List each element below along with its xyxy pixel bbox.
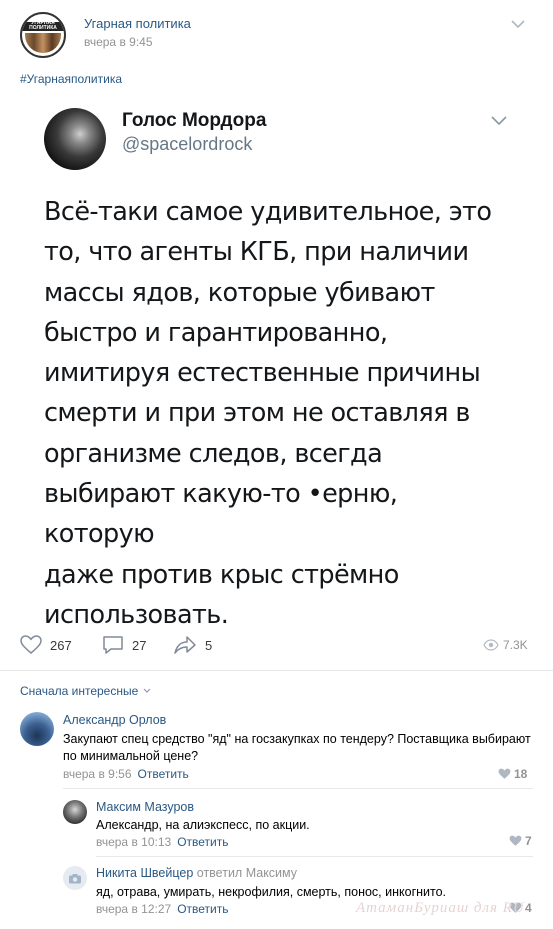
post-time[interactable]: вчера в 9:45 xyxy=(84,35,153,49)
heart-icon xyxy=(509,835,522,846)
share-count: 5 xyxy=(205,637,213,653)
comment-meta: вчера в 12:27 Ответить xyxy=(96,902,228,916)
like-button[interactable]: 267 xyxy=(20,634,72,656)
reply-button[interactable]: Ответить xyxy=(138,767,189,781)
views-counter: 7.3K xyxy=(483,634,528,656)
divider xyxy=(96,856,533,857)
reply-button[interactable]: Ответить xyxy=(177,902,228,916)
comment-avatar[interactable] xyxy=(20,712,54,746)
chevron-down-icon[interactable] xyxy=(508,16,528,32)
share-icon xyxy=(174,636,196,654)
chevron-down-icon xyxy=(143,688,151,693)
reply-reference[interactable]: ответил Максиму xyxy=(197,866,297,880)
comment-text: Закупают спец средство "яд" на госзакупк… xyxy=(63,732,531,763)
tweet-author-handle: @spacelordrock xyxy=(122,134,253,154)
heart-icon xyxy=(20,635,42,654)
like-count: 267 xyxy=(50,637,72,653)
comment-avatar[interactable] xyxy=(63,800,87,824)
group-name-link[interactable]: Угарная политика xyxy=(84,16,191,31)
camera-icon xyxy=(69,873,81,883)
comment-author-line: Никита Швейцер ответил Максиму xyxy=(96,866,297,880)
comments-sort-dropdown[interactable]: Сначала интересные xyxy=(20,684,152,698)
tweet-text: Всё-таки самое удивительное, это то, что… xyxy=(44,197,492,630)
share-button[interactable]: 5 xyxy=(173,634,212,656)
comment-like-button[interactable]: 18 xyxy=(498,767,527,781)
comment-text: яд, отрава, умирать, некрофилия, смерть,… xyxy=(96,885,447,899)
comment-time[interactable]: вчера в 9:56 xyxy=(63,767,132,781)
comment-text: Александр, на алиэкспесс, по акции. xyxy=(96,818,310,832)
hashtag-link[interactable]: #Угарнаяполитика xyxy=(20,72,122,86)
comment-author[interactable]: Никита Швейцер xyxy=(96,866,193,880)
tweet-author-avatar xyxy=(44,108,106,170)
comment-author[interactable]: Максим Мазуров xyxy=(96,800,194,814)
comment-avatar[interactable] xyxy=(63,866,87,890)
watermark-text: АтаманБуриаш для RU xyxy=(356,900,525,916)
comment-button[interactable]: 27 xyxy=(102,634,146,656)
group-logo-text: УГАРНАЯ ПОЛИТИКА xyxy=(29,20,57,31)
eye-icon xyxy=(483,639,499,651)
comment-like-count: 7 xyxy=(525,834,532,848)
comment-icon xyxy=(103,636,123,654)
divider xyxy=(0,670,553,671)
sort-label: Сначала интересные xyxy=(20,684,139,698)
comment-time[interactable]: вчера в 12:27 xyxy=(96,902,171,916)
divider xyxy=(63,788,533,789)
group-avatar[interactable]: УГАРНАЯ ПОЛИТИКА xyxy=(20,12,66,58)
comment-meta: вчера в 10:13 Ответить xyxy=(96,835,228,849)
reply-button[interactable]: Ответить xyxy=(177,835,228,849)
comment-like-count: 4 xyxy=(525,901,532,915)
heart-icon xyxy=(498,768,511,779)
comment-like-count: 18 xyxy=(514,767,528,781)
comment-time[interactable]: вчера в 10:13 xyxy=(96,835,171,849)
tweet-author-name: Голос Мордора xyxy=(122,110,267,131)
tweet-chevron-icon xyxy=(491,116,507,126)
views-count: 7.3K xyxy=(503,638,528,652)
comment-count: 27 xyxy=(132,637,147,653)
comment-author[interactable]: Александр Орлов xyxy=(63,713,166,727)
comment-meta: вчера в 9:56 Ответить xyxy=(63,767,189,781)
comment-like-button[interactable]: 7 xyxy=(509,834,532,848)
